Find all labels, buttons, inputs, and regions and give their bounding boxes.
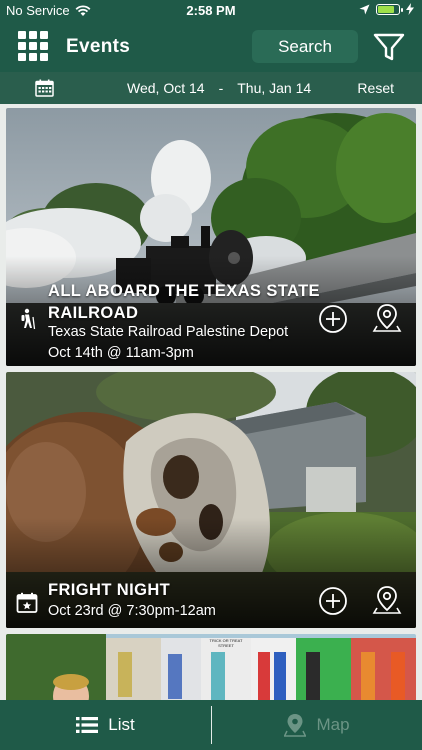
calendar-icon[interactable] [35,79,54,97]
hiker-icon [21,308,36,330]
map-pin-icon[interactable] [372,585,402,615]
charging-bolt-icon [406,3,414,15]
tab-list-label: List [108,715,135,734]
status-bar: No Service 2:58 PM [0,0,422,22]
page-title: Events [66,36,131,57]
grid-menu-icon[interactable] [18,31,49,62]
search-button[interactable]: Search [252,30,358,63]
tab-map[interactable]: Map [212,700,422,750]
date-range[interactable]: Wed, Oct 14 - Thu, Jan 14 [127,80,311,96]
event-location: Texas State Railroad Palestine Depot [48,324,289,340]
event-title: FRIGHT NIGHT [48,581,171,599]
date-filter-bar: Wed, Oct 14 - Thu, Jan 14 Reset [0,72,422,104]
add-event-icon[interactable] [318,304,348,334]
add-event-icon[interactable] [318,586,348,616]
event-title-line2: RAILROAD [48,304,139,322]
calendar-star-icon [16,592,38,613]
date-separator: - [218,80,224,96]
booth-sign: TRICK OR TREAT STREET [209,638,243,648]
reset-button[interactable]: Reset [357,80,394,96]
event-card-railroad[interactable]: ALL ABOARD THE TEXAS STATE RAILROAD Texa… [6,108,416,366]
event-datetime: Oct 23rd @ 7:30pm-12am [48,603,216,619]
bottom-tab-bar: List Map [0,700,422,750]
map-pin-icon[interactable] [372,303,402,333]
event-card-fright-night[interactable]: FRIGHT NIGHT Oct 23rd @ 7:30pm-12am [6,372,416,628]
tab-map-label: Map [316,715,350,734]
battery-icon [376,3,403,15]
event-title: ALL ABOARD THE TEXAS STATE RAILROAD [48,280,320,324]
status-right [359,3,414,15]
event-title-line1: ALL ABOARD THE TEXAS STATE [48,282,320,300]
event-datetime: Oct 14th @ 11am-3pm [48,345,194,361]
header-bar: Events Search [0,22,422,72]
start-date[interactable]: Wed, Oct 14 [127,80,205,96]
tab-list[interactable]: List [0,700,211,750]
event-list[interactable]: ALL ABOARD THE TEXAS STATE RAILROAD Texa… [0,104,422,700]
list-icon [76,717,99,733]
map-marker-icon [284,714,307,737]
event-card-trick-or-treat[interactable]: TRICK OR TREAT STREET [6,634,416,700]
end-date[interactable]: Thu, Jan 14 [237,80,311,96]
battery-level [378,5,395,13]
location-arrow-icon [359,4,370,14]
filter-funnel-icon[interactable] [372,31,406,63]
